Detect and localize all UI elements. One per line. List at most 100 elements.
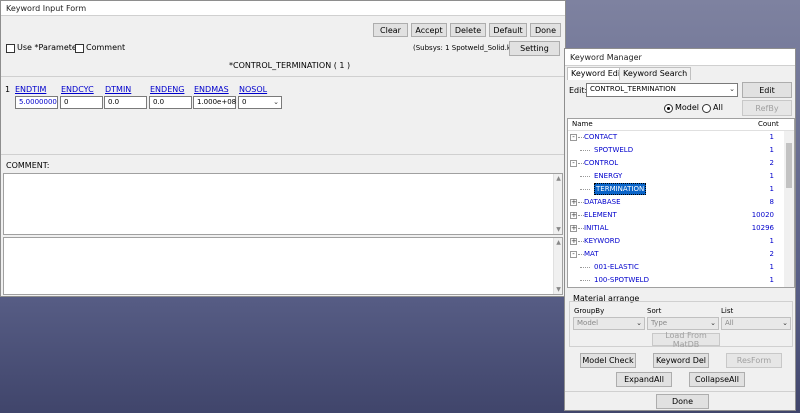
keyword-text-area[interactable]: ▲ ▼ xyxy=(3,237,563,295)
tab-keyword-search[interactable]: Keyword Search xyxy=(619,67,692,80)
tree-row[interactable]: + ELEMENT 10020 xyxy=(568,209,784,221)
tree-item-name[interactable]: TERMINATION xyxy=(594,183,647,195)
tree-item-name[interactable]: CONTROL xyxy=(584,157,618,169)
tree-item-name[interactable]: ENERGY xyxy=(594,170,622,182)
km-title: Keyword Manager xyxy=(565,49,795,66)
collapse-icon[interactable]: - xyxy=(570,251,577,258)
tree-item-count: 1 xyxy=(769,263,774,271)
tree-connector xyxy=(580,150,590,151)
dtmin-input[interactable]: 0.0 xyxy=(104,96,147,109)
collapse-icon[interactable]: - xyxy=(570,134,577,141)
use-parameter-checkbox[interactable] xyxy=(6,44,15,53)
groupby-select[interactable]: Model ⌄ xyxy=(573,317,645,330)
tree-item-name[interactable]: 001-ELASTIC xyxy=(594,261,639,273)
default-button[interactable]: Default xyxy=(489,23,527,37)
model-check-button[interactable]: Model Check xyxy=(580,353,636,368)
list-value: All xyxy=(725,319,734,327)
divider xyxy=(1,154,565,155)
tree-item-name[interactable]: 100-SPOTWELD xyxy=(594,274,649,286)
chevron-down-icon: ⌄ xyxy=(710,319,716,327)
endeng-input[interactable]: 0.0 xyxy=(149,96,192,109)
expand-icon[interactable]: + xyxy=(570,225,577,232)
expand-icon[interactable]: + xyxy=(570,212,577,219)
comment-textarea[interactable]: ▲ ▼ xyxy=(3,173,563,235)
divider xyxy=(1,76,565,77)
tree-item-name[interactable]: KEYWORD xyxy=(584,235,620,247)
endcyc-label[interactable]: ENDCYC xyxy=(61,85,94,94)
expand-icon[interactable]: + xyxy=(570,199,577,206)
accept-button[interactable]: Accept xyxy=(411,23,447,37)
list-select[interactable]: All ⌄ xyxy=(721,317,791,330)
tree-item-name[interactable]: INITIAL xyxy=(584,222,608,234)
tree-row[interactable]: - CONTACT 1 xyxy=(568,131,784,143)
sort-label: Sort xyxy=(647,307,662,315)
tree-item-name[interactable]: SPOTWELD xyxy=(594,144,633,156)
comment-scrollbar[interactable]: ▲ ▼ xyxy=(553,174,562,234)
tree-row[interactable]: + INITIAL 10296 xyxy=(568,222,784,234)
expand-all-button[interactable]: ExpandAll xyxy=(616,372,672,387)
setting-button[interactable]: Setting xyxy=(509,41,560,56)
expand-icon[interactable]: + xyxy=(570,238,577,245)
groupby-label: GroupBy xyxy=(574,307,605,315)
keyword-tree[interactable]: Name Count - CONTACT 1 SPOTWELD 1- CONTROL 2 EN… xyxy=(567,118,795,288)
tree-item-name[interactable]: ELEMENT xyxy=(584,209,617,221)
endmas-input[interactable]: 1.000e+08 xyxy=(193,96,236,109)
tree-row[interactable]: 001-ELASTIC 1 xyxy=(568,261,784,273)
col-count-header: Count xyxy=(758,120,779,128)
col-name-header: Name xyxy=(572,120,593,128)
tree-row[interactable]: - CONTROL 2 xyxy=(568,157,784,169)
edit-button[interactable]: Edit xyxy=(742,82,792,98)
comment-checkbox[interactable] xyxy=(75,44,84,53)
tree-connector xyxy=(580,176,590,177)
tree-row[interactable]: ENERGY 1 xyxy=(568,170,784,182)
radio-model[interactable] xyxy=(664,104,673,113)
endcyc-input[interactable]: 0 xyxy=(60,96,103,109)
delete-button[interactable]: Delete xyxy=(450,23,486,37)
clear-button[interactable]: Clear xyxy=(373,23,408,37)
nosol-value: 0 xyxy=(242,98,247,106)
tree-item-count: 1 xyxy=(769,185,774,193)
tree-rows: - CONTACT 1 SPOTWELD 1- CONTROL 2 ENERGY 1 TERMIN… xyxy=(568,131,784,287)
tree-item-name[interactable]: DATABASE xyxy=(584,196,621,208)
endtim-label[interactable]: ENDTIM xyxy=(15,85,46,94)
nosol-label[interactable]: NOSOL xyxy=(239,85,267,94)
scroll-down-icon[interactable]: ▼ xyxy=(554,225,563,234)
keyword-title: *CONTROL_TERMINATION ( 1 ) xyxy=(229,61,351,70)
scroll-thumb[interactable] xyxy=(786,143,792,188)
collapse-icon[interactable]: - xyxy=(570,160,577,167)
nosol-select[interactable]: 0 ⌄ xyxy=(238,96,282,109)
radio-all[interactable] xyxy=(702,104,711,113)
row-index: 1 xyxy=(5,85,11,94)
collapse-all-button[interactable]: CollapseAll xyxy=(689,372,745,387)
endtim-input[interactable]: 5.0000000 xyxy=(15,96,58,109)
tree-row[interactable]: + DATABASE 8 xyxy=(568,196,784,208)
tree-item-name[interactable]: MAT xyxy=(584,248,599,260)
tree-row[interactable]: - MAT 2 xyxy=(568,248,784,260)
load-from-matdb-button[interactable]: Load From MatDB xyxy=(652,331,720,349)
dtmin-label[interactable]: DTMIN xyxy=(105,85,131,94)
tree-row[interactable]: TERMINATION 1 xyxy=(568,183,784,195)
endmas-label[interactable]: ENDMAS xyxy=(194,85,229,94)
km-done-button[interactable]: Done xyxy=(656,394,709,409)
scroll-up-icon[interactable]: ▲ xyxy=(554,238,563,247)
keyword-del-button[interactable]: Keyword Del xyxy=(653,353,709,368)
tree-scrollbar[interactable] xyxy=(784,131,794,287)
tree-row[interactable]: + KEYWORD 1 xyxy=(568,235,784,247)
tree-item-count: 2 xyxy=(769,250,774,258)
endeng-label[interactable]: ENDENG xyxy=(150,85,184,94)
scroll-down-icon[interactable]: ▼ xyxy=(554,285,563,294)
radio-model-label: Model xyxy=(675,103,700,112)
tree-item-count: 2 xyxy=(769,159,774,167)
tree-row[interactable]: 100-SPOTWELD 1 xyxy=(568,274,784,286)
scroll-up-icon[interactable]: ▲ xyxy=(554,174,563,183)
keyword-select[interactable]: CONTROL_TERMINATION ⌄ xyxy=(586,83,738,97)
sort-value: Type xyxy=(651,319,668,327)
radio-all-label: All xyxy=(713,103,723,112)
tree-row[interactable]: SPOTWELD 1 xyxy=(568,144,784,156)
resform-button[interactable]: ResForm xyxy=(726,353,782,368)
tree-item-name[interactable]: CONTACT xyxy=(584,131,617,143)
text-scrollbar[interactable]: ▲ ▼ xyxy=(553,238,562,294)
sort-select[interactable]: Type ⌄ xyxy=(647,317,719,330)
refby-button[interactable]: RefBy xyxy=(742,100,792,116)
done-button[interactable]: Done xyxy=(530,23,561,37)
